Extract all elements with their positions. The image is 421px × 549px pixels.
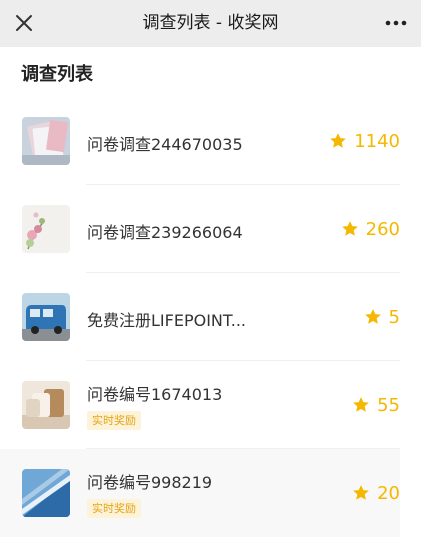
- reward-value: 260: [365, 218, 400, 240]
- survey-name: 问卷调查239266064: [87, 223, 243, 242]
- more-icon[interactable]: [383, 12, 409, 34]
- survey-item[interactable]: 问卷编号1674013 实时奖励 55: [0, 361, 421, 449]
- title-bar: 调查列表 - 收奖网: [0, 0, 421, 47]
- pillows-thumbnail: [22, 381, 70, 429]
- building-thumbnail: [22, 469, 70, 517]
- survey-item[interactable]: 免费注册LIFEPOINT... 5: [0, 273, 421, 361]
- reward-value: 1140: [354, 130, 400, 152]
- van-thumbnail: [22, 293, 70, 341]
- survey-name: 问卷调查244670035: [87, 135, 243, 154]
- reward-points: 5: [364, 305, 400, 329]
- page-title: 调查列表 - 收奖网: [142, 13, 279, 33]
- survey-item[interactable]: 问卷编号998219 实时奖励 20: [0, 449, 421, 537]
- survey-name: 问卷编号1674013: [87, 385, 223, 404]
- instant-reward-badge: 实时奖励: [87, 411, 141, 430]
- survey-name: 免费注册LIFEPOINT...: [87, 311, 247, 330]
- reward-points: 260: [341, 217, 400, 241]
- survey-name: 问卷编号998219: [87, 473, 213, 492]
- reward-points: 20: [352, 481, 400, 505]
- survey-item[interactable]: 问卷调查244670035 1140: [0, 97, 421, 185]
- reward-points: 55: [352, 393, 400, 417]
- star-icon: [353, 397, 369, 412]
- instant-reward-badge: 实时奖励: [87, 499, 141, 518]
- reward-value: 5: [388, 306, 400, 328]
- star-icon: [353, 485, 369, 500]
- star-icon: [364, 309, 381, 324]
- notebook-thumbnail: [22, 117, 70, 165]
- reward-value: 55: [377, 394, 400, 416]
- section-title: 调查列表: [21, 64, 93, 85]
- survey-item[interactable]: 问卷调查239266064 260: [0, 185, 421, 273]
- flowers-thumbnail: [22, 205, 70, 253]
- star-icon: [330, 133, 346, 148]
- close-icon[interactable]: [10, 9, 38, 37]
- reward-value: 20: [377, 482, 400, 504]
- star-icon: [341, 221, 358, 236]
- reward-points: 1140: [329, 129, 400, 153]
